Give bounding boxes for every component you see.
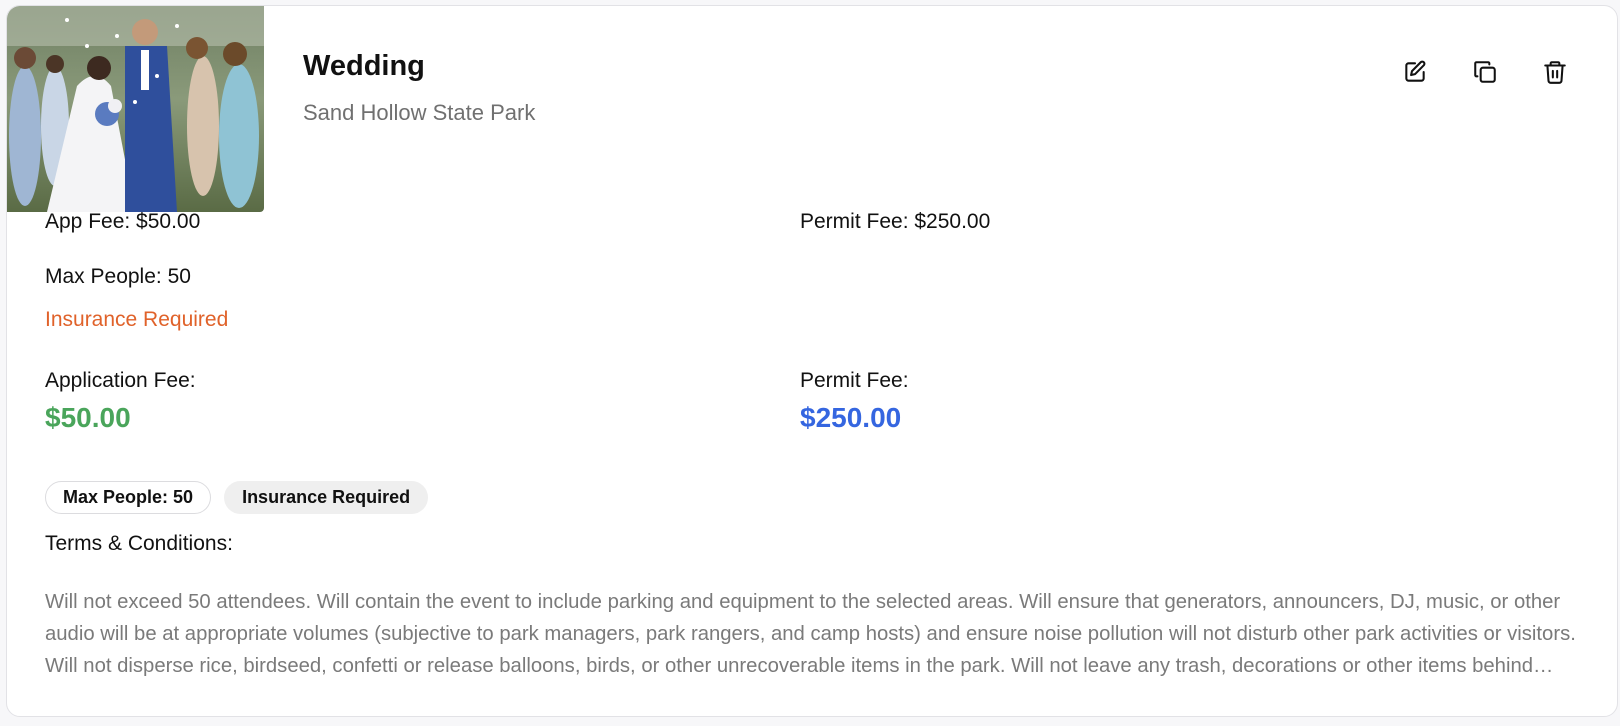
trash-icon: [1544, 61, 1566, 84]
event-thumbnail: [7, 6, 264, 212]
terms-label: Terms & Conditions:: [45, 532, 233, 555]
tag-list: Max People: 50 Insurance Required: [45, 481, 429, 514]
event-title: Wedding: [303, 50, 425, 82]
permit-fee-label: Permit Fee:: [800, 369, 909, 392]
duplicate-button[interactable]: [1469, 56, 1501, 88]
copy-icon: [1474, 61, 1496, 83]
max-people-chip: Max People: 50: [45, 481, 212, 514]
app-fee-summary: App Fee: $50.00: [45, 210, 201, 233]
delete-button[interactable]: [1539, 56, 1571, 88]
event-location: Sand Hollow State Park: [303, 100, 536, 125]
insurance-chip: Insurance Required: [224, 481, 429, 514]
wedding-photo-image: [7, 6, 264, 212]
max-people-summary: Max People: 50: [45, 265, 191, 288]
permit-fee-value: $250.00: [800, 402, 902, 433]
event-card: Wedding Sand Hollow State Park App Fee: …: [6, 5, 1618, 717]
card-actions: [1399, 56, 1571, 88]
edit-button[interactable]: [1399, 56, 1431, 88]
permit-fee-summary: Permit Fee: $250.00: [800, 210, 991, 233]
insurance-required-notice: Insurance Required: [45, 308, 229, 331]
edit-icon: [1405, 60, 1426, 82]
application-fee-label: Application Fee:: [45, 369, 196, 392]
terms-text: Will not exceed 50 attendees. Will conta…: [45, 591, 1576, 677]
application-fee-value: $50.00: [45, 402, 131, 433]
